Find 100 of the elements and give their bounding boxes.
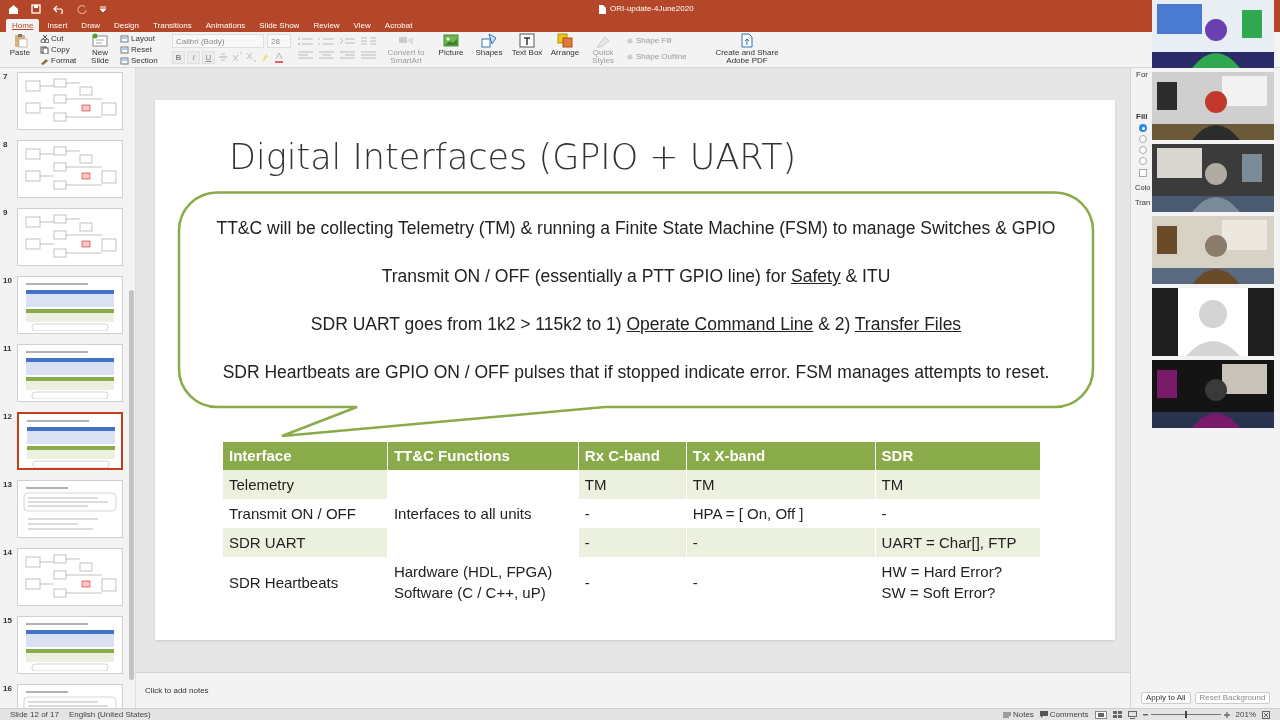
ribbon-button[interactable]: Format <box>40 56 80 66</box>
column-header: Interface <box>222 442 388 470</box>
font-color-icon <box>273 51 285 64</box>
callout-text: SDR UART goes from 1k2 > 115k2 to 1) Operate Command Line & 2) Transfer Files <box>310 313 962 335</box>
slider-thumb[interactable] <box>1184 711 1187 718</box>
columns-icon <box>360 36 377 46</box>
indent-icon <box>339 36 356 46</box>
ribbon-tab[interactable]: Draw <box>75 19 107 32</box>
window-title: ORI-update-4June2020 <box>610 3 694 15</box>
copy-icon <box>40 46 49 54</box>
notes-icon <box>1002 711 1011 718</box>
align-left-icon <box>297 50 314 60</box>
ribbon-tab[interactable]: Home <box>6 19 40 32</box>
zoom-out-icon <box>1142 713 1148 716</box>
table-cell: HW = Hard Error? SW = Soft Error? <box>875 557 1040 607</box>
customize-icon <box>99 5 107 13</box>
table-cell: Hardware (HDL, FPGA) Software (C / C++, uP) <box>387 557 579 607</box>
zoom-in-icon <box>1223 711 1230 718</box>
home-icon <box>8 4 19 14</box>
callout-text: TT&C will be collecting Telemetry (TM) & running a Finite State Machine (FSM) to manage Switches & GPIO <box>216 217 1056 239</box>
highlight-icon <box>259 51 271 64</box>
ribbon-tab[interactable]: Insert <box>41 19 74 32</box>
slide-number: 13 <box>3 480 13 489</box>
layout-icon <box>120 57 129 65</box>
ribbon-button[interactable]: Shapes <box>473 33 505 57</box>
numbering-icon <box>318 36 335 46</box>
slide-thumbnail[interactable] <box>17 412 123 470</box>
pane-button[interactable]: Reset Background <box>1194 692 1271 704</box>
presenter-view-icon <box>1127 710 1137 719</box>
strikethrough-icon <box>217 51 229 64</box>
column-header: SDR <box>875 442 1040 470</box>
zoom-level[interactable]: 201% <box>1235 708 1256 720</box>
table-cell: Interfaces to all units <box>387 470 579 557</box>
superscript-icon <box>231 51 243 64</box>
radio-button[interactable] <box>1139 135 1147 143</box>
slide-number: 11 <box>3 344 13 353</box>
table-cell: - <box>686 557 876 607</box>
ribbon-button[interactable]: Layout <box>120 34 166 44</box>
redo-icon <box>77 4 87 14</box>
column-header: Rx C-band <box>578 442 687 470</box>
ribbon-tab[interactable]: Review <box>307 19 346 32</box>
pane-button[interactable]: Apply to All <box>1141 692 1191 704</box>
undo-icon <box>53 4 65 14</box>
ribbon-tab[interactable]: Transitions <box>146 19 198 32</box>
scrollbar[interactable] <box>129 290 134 680</box>
slide-number: 8 <box>3 140 9 149</box>
callout-text: SDR Heartbeats are GPIO ON / OFF pulses that if stopped indicate error. FSM manages attempts to reset. <box>222 361 1050 383</box>
radio-button[interactable] <box>1139 124 1147 132</box>
radio-button[interactable] <box>1139 146 1147 154</box>
grid-view-icon <box>1112 711 1122 718</box>
checkbox[interactable] <box>1139 169 1147 177</box>
ribbon-tab[interactable]: Animations <box>199 19 252 32</box>
slide-number: 15 <box>3 616 13 625</box>
ribbon-button[interactable]: Picture <box>435 33 467 57</box>
normal-view-icon <box>1094 710 1107 719</box>
radio-button[interactable] <box>1139 157 1147 165</box>
layout-icon <box>120 35 129 43</box>
bullets-icon <box>297 36 314 46</box>
slide-number: 16 <box>3 684 13 693</box>
arrange-icon <box>557 33 573 48</box>
scissors-icon <box>40 35 49 43</box>
comment-icon <box>1039 711 1048 718</box>
layout-icon <box>120 46 129 54</box>
table-cell: SDR Heartbeats <box>222 557 388 607</box>
ribbon-button[interactable]: Text Box <box>511 33 543 57</box>
section-label: Fill <box>1136 111 1148 123</box>
ribbon-button[interactable]: Section <box>120 56 166 66</box>
slide-number: 10 <box>3 276 13 285</box>
column-header: Tx X-band <box>686 442 876 470</box>
slide-number: 12 <box>3 412 13 421</box>
ribbon-button[interactable]: Reset <box>120 45 166 55</box>
ribbon-tab[interactable]: Slide Show <box>253 19 306 32</box>
ribbon-tab[interactable]: Acrobat <box>378 19 419 32</box>
ribbon-button[interactable]: Paste <box>6 33 34 57</box>
ribbon-tab[interactable]: View <box>347 19 377 32</box>
align-center-icon <box>318 50 335 60</box>
fit-icon <box>1262 710 1270 719</box>
ribbon-button[interactable]: Cut <box>40 34 80 44</box>
slide-number: 7 <box>3 72 9 81</box>
save-icon <box>31 4 41 14</box>
ribbon-button[interactable]: Copy <box>40 45 80 55</box>
slide-number: 14 <box>3 548 13 557</box>
column-header: TT&C Functions <box>387 442 579 470</box>
ribbon-button[interactable]: Create and Share Adobe PDF <box>711 33 783 65</box>
comments-button[interactable]: Comments <box>1039 708 1089 720</box>
ribbon-button[interactable]: Arrange <box>549 33 581 57</box>
align-right-icon <box>339 50 356 60</box>
slide-position: Slide 12 of 17 <box>10 708 59 720</box>
slide-number: 9 <box>3 208 9 217</box>
document-icon <box>598 4 606 14</box>
notes-field[interactable]: Click to add notes <box>145 685 445 697</box>
subscript-icon <box>245 51 257 64</box>
ribbon-tab[interactable]: Design <box>108 19 145 32</box>
ribbon-button[interactable]: New Slide <box>86 33 114 65</box>
callout-text: Transmit ON / OFF (essentially a PTT GPIO line) for Safety & ITU <box>381 265 891 287</box>
language-label[interactable]: English (United States) <box>68 708 151 720</box>
pane-title: For <box>1136 69 1148 81</box>
notes-button[interactable]: Notes <box>1002 708 1034 720</box>
slide-title: Digital Interfaces (GPIO + UART) <box>229 136 797 178</box>
justify-icon <box>360 50 377 60</box>
